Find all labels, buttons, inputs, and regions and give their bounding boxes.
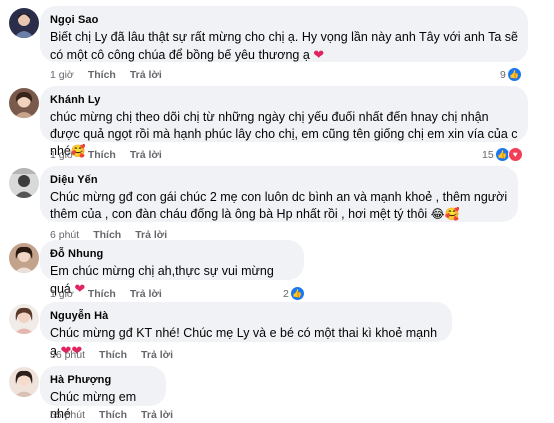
comment-bubble: Nguyễn Hà Chúc mừng gđ KT nhé! Chúc mẹ L… xyxy=(40,302,452,358)
reaction-number: 15 xyxy=(482,148,494,161)
like-reaction-icon: 👍 xyxy=(289,286,305,301)
comment-time[interactable]: 1 giờ xyxy=(50,287,74,301)
comment-text: Chúc mừng gđ con gái chúc 2 mẹ con luôn … xyxy=(50,189,508,223)
avatar[interactable] xyxy=(9,304,39,334)
comment-meta: 36 phút Thích Trả lời xyxy=(50,348,173,362)
like-action[interactable]: Thích xyxy=(99,408,127,422)
reply-action[interactable]: Trả lời xyxy=(130,68,162,82)
like-action[interactable]: Thích xyxy=(99,348,127,362)
avatar[interactable] xyxy=(9,243,39,273)
like-action[interactable]: Thích xyxy=(88,68,116,82)
avatar[interactable] xyxy=(9,168,39,198)
reply-action[interactable]: Trả lời xyxy=(141,348,173,362)
reaction-number: 9 xyxy=(500,68,506,81)
comment-author[interactable]: Nguyễn Hà xyxy=(50,309,442,323)
like-reaction-icon: 👍 xyxy=(506,67,522,82)
reply-action[interactable]: Trả lời xyxy=(141,408,173,422)
reaction-number: 2 xyxy=(283,287,289,300)
laughing-hearts-emoji: 😂🥰 xyxy=(430,207,460,221)
comment-time[interactable]: 1 giờ xyxy=(50,148,74,162)
comment-bubble: Đỗ Nhung Em chúc mừng chị ah,thực sự vui… xyxy=(40,240,304,296)
reaction-count[interactable]: 9 👍 xyxy=(500,67,522,82)
comment-author[interactable]: Ngọi Sao xyxy=(50,13,518,27)
comment-meta: 1 giờ Thích Trả lời xyxy=(50,68,162,82)
avatar[interactable] xyxy=(9,8,39,38)
comment-bubble: Ngọi Sao Biết chị Ly đã lâu thật sự rất … xyxy=(40,6,528,62)
reaction-count[interactable]: 2 👍 xyxy=(283,286,305,301)
avatar[interactable] xyxy=(9,88,39,118)
comment-author[interactable]: Đỗ Nhung xyxy=(50,247,294,261)
reaction-count[interactable]: 15 👍 ♥ xyxy=(482,147,523,162)
comment-author[interactable]: Hà Phượng xyxy=(50,373,156,387)
comment-bubble: Hà Phượng Chúc mừng em nhé xyxy=(40,366,166,421)
comment-time[interactable]: 55 phút xyxy=(50,408,85,422)
comment-bubble: Khánh Ly chúc mừng chị theo dõi chị từ n… xyxy=(40,86,528,158)
comment-author[interactable]: Khánh Ly xyxy=(50,93,518,107)
love-reaction-icon: ♥ xyxy=(507,147,523,162)
comment-author[interactable]: Diệu Yến xyxy=(50,173,508,187)
comment-text: Biết chị Ly đã lâu thật sự rất mừng cho … xyxy=(50,29,518,64)
comment-time[interactable]: 36 phút xyxy=(50,348,85,362)
comment-time[interactable]: 1 giờ xyxy=(50,68,74,82)
reply-action[interactable]: Trả lời xyxy=(130,287,162,301)
comment-bubble: Diệu Yến Chúc mừng gđ con gái chúc 2 mẹ … xyxy=(40,166,518,222)
heart-emoji: ❤ xyxy=(313,47,325,62)
comment-text-body: Biết chị Ly đã lâu thật sự rất mừng cho … xyxy=(50,30,519,62)
comment-meta: 55 phút Thích Trả lời xyxy=(50,408,173,422)
avatar[interactable] xyxy=(9,367,39,397)
like-action[interactable]: Thích xyxy=(88,148,116,162)
like-action[interactable]: Thích xyxy=(88,287,116,301)
reply-action[interactable]: Trả lời xyxy=(130,148,162,162)
comment-meta: 1 giờ Thích Trả lời xyxy=(50,287,162,301)
comment-meta: 1 giờ Thích Trả lời xyxy=(50,148,162,162)
